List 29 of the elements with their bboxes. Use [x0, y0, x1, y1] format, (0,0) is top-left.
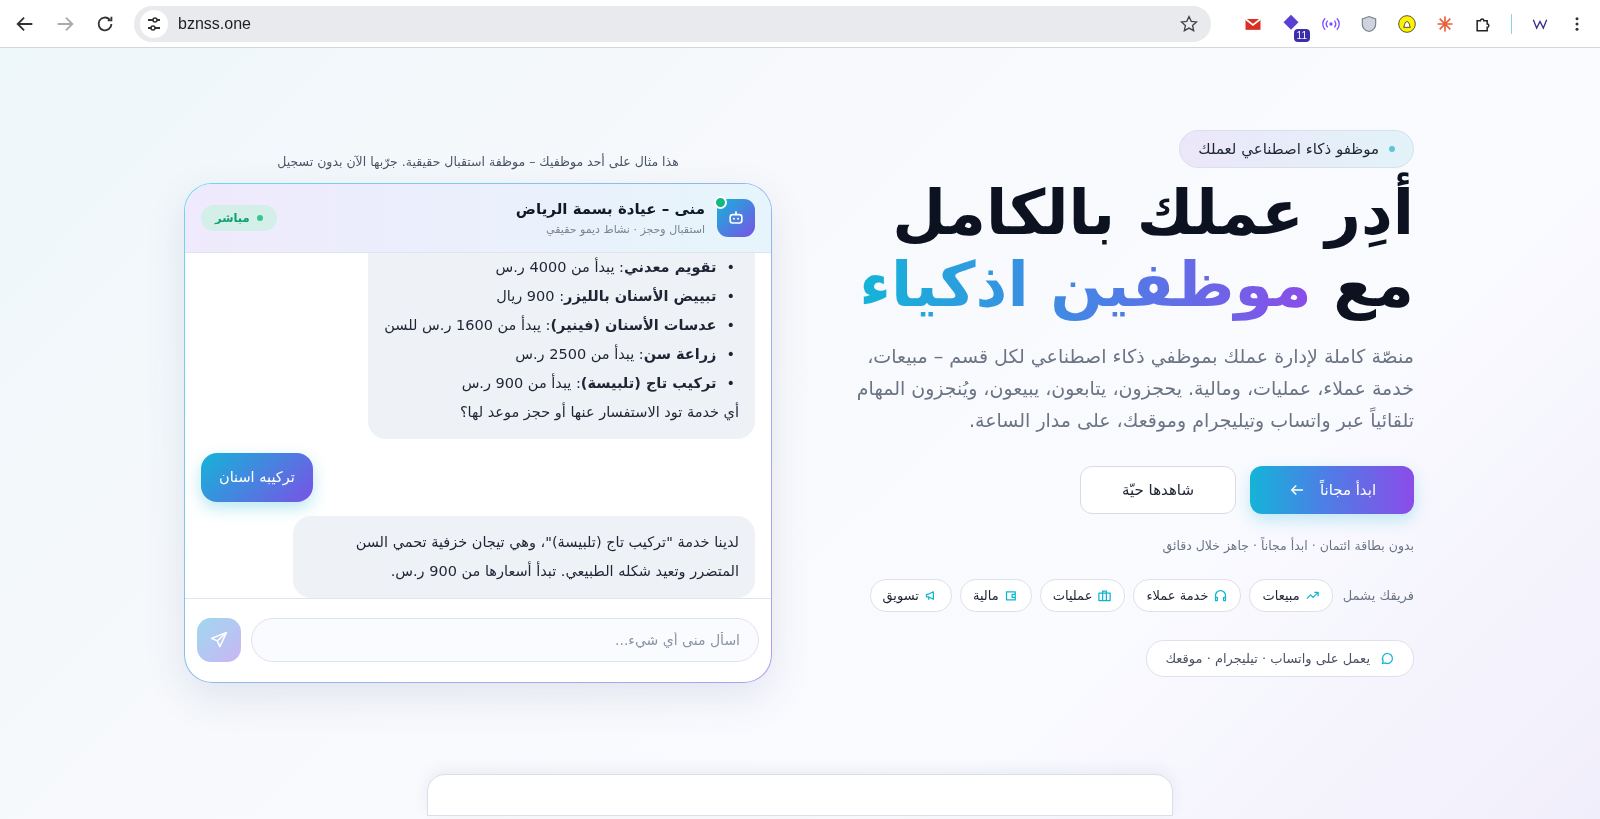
shield-icon[interactable] [1359, 13, 1379, 34]
team-label: فريقك يشمل [1342, 587, 1414, 603]
address-bar[interactable]: bznss.one [134, 5, 1211, 42]
live-status: مباشر [201, 204, 277, 231]
agent-name: منى – عيادة بسمة الرياض [514, 199, 705, 218]
briefcase-icon [1097, 587, 1113, 603]
team-chip: تسويق [869, 578, 952, 612]
team-chip: خدمة عملاء [1133, 578, 1242, 612]
bookmark-star-icon[interactable] [1179, 13, 1199, 34]
agent-subtitle: استقبال وحجز · نشاط ديمو حقيقي [545, 222, 705, 236]
headphones-icon [1213, 587, 1229, 603]
watch-live-button[interactable]: شاهدها حيّة [1080, 465, 1236, 514]
url-text: bznss.one [178, 14, 252, 33]
site-settings-icon[interactable] [140, 9, 168, 38]
team-chip: عمليات [1039, 578, 1126, 612]
channels-pill: يعمل على واتساب · تيليجرام · موقعك [1146, 639, 1414, 677]
description: منصّة كاملة لإدارة عملك بموظفي ذكاء اصطناعي لكل قسم – مبيعات، خدمة عملاء، عمليات، ومالية. يحجزون، يتابعون، يبيعون، ويُنجزون المهام تلقائياً عبر واتساب وتيليجرام وموقعك، على مدار الساعة. [855, 343, 1414, 434]
demo-caption: هذا مثال على أحد موظفيك – موظفة استقبال حقيقية. جرّبها الآن بدون تسجيل [277, 153, 679, 169]
chat-bubble-icon [1380, 650, 1395, 666]
send-icon [209, 630, 229, 650]
team-chip: مالية [959, 578, 1032, 612]
bot-message: • تقويم معدني: يبدأ من 4000 ر.س • تبييض الأسنان بالليزر: 900 ريال • عدسات الأسنان (فينير): يبدأ من 1600 ر.س للسن • زراعة سن: يبدأ من 2500 ر.س • تركيب تاج (تلبيسة): يبدأ من 900 ر.س أي خدمة تود الاستفسار عنها أو حجز موعد لها؟ [368, 252, 755, 439]
bot-message: لدينا خدمة "تركيب تاج (تلبيسة)"، وهي تيجان خزفية تحمي السن المتضرر وتعيد شكله الطبيعي. تبدأ أسعارها من 900 ر.س. [293, 515, 755, 598]
tagline-badge: موظفو ذكاء اصطناعي لعملك [1179, 129, 1414, 168]
start-free-button[interactable]: ابدأ مجاناً [1250, 465, 1414, 514]
note-text: بدون بطاقة ائتمان · ابدأ مجاناً · جاهز خلال دقائق [1162, 537, 1414, 553]
user-message: تركيبه اسنان [201, 452, 313, 502]
team-chip: مبيعات [1249, 578, 1333, 612]
notification-badge: 11 [1293, 28, 1310, 42]
